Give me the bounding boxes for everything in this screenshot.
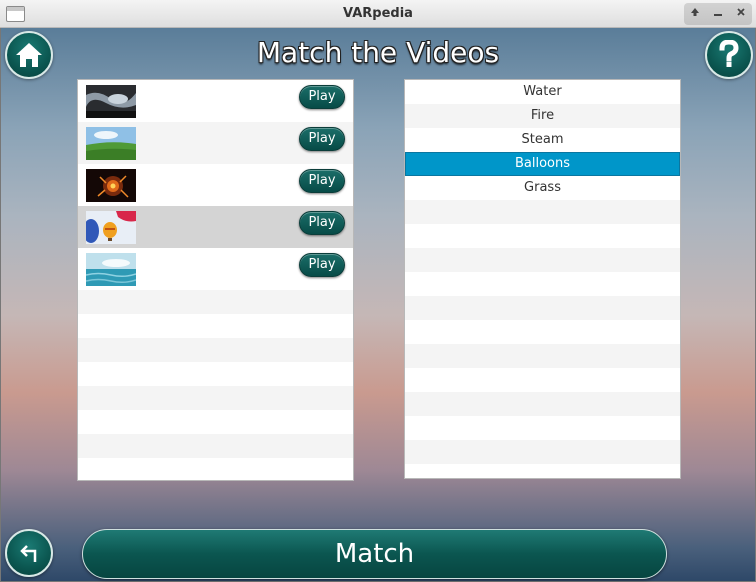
arrow-up-icon: [691, 8, 700, 16]
help-button[interactable]: [705, 31, 753, 79]
match-button[interactable]: Match: [82, 529, 667, 579]
window-controls: [684, 3, 752, 25]
empty-row: [78, 290, 353, 314]
empty-row: [405, 224, 680, 248]
empty-row: [405, 272, 680, 296]
video-row[interactable]: Play: [78, 248, 353, 290]
empty-row: [405, 392, 680, 416]
minimize-icon: [713, 14, 722, 16]
video-row[interactable]: Play: [78, 80, 353, 122]
empty-row: [405, 200, 680, 224]
play-button[interactable]: Play: [299, 169, 345, 193]
close-button[interactable]: [732, 5, 750, 23]
close-icon: [737, 8, 745, 16]
empty-row: [405, 368, 680, 392]
minimize-button[interactable]: [709, 5, 727, 23]
play-button[interactable]: Play: [299, 253, 345, 277]
empty-row: [78, 314, 353, 338]
page-title: Match the Videos: [256, 36, 500, 69]
empty-row: [78, 410, 353, 434]
water-splash-thumbnail: [86, 85, 136, 118]
word-item-grass[interactable]: Grass: [405, 176, 680, 200]
empty-row: [405, 344, 680, 368]
maximize-button[interactable]: [686, 5, 704, 23]
word-item-water[interactable]: Water: [405, 80, 680, 104]
window-title: VARpedia: [343, 6, 413, 21]
empty-row: [78, 386, 353, 410]
video-row[interactable]: Play: [78, 122, 353, 164]
empty-row: [405, 440, 680, 464]
empty-row: [78, 434, 353, 458]
video-row[interactable]: Play: [78, 164, 353, 206]
word-item-steam[interactable]: Steam: [405, 128, 680, 152]
play-button[interactable]: Play: [299, 127, 345, 151]
empty-row: [405, 464, 680, 478]
word-list[interactable]: Water Fire Steam Balloons Grass: [404, 79, 681, 479]
video-list[interactable]: Play Play Play Play Play: [77, 79, 354, 481]
fire-thumbnail: [86, 169, 136, 202]
empty-row: [405, 248, 680, 272]
empty-row: [78, 362, 353, 386]
back-button[interactable]: [5, 529, 53, 577]
app-window: Match the Videos Play Play Play Play Pla…: [0, 28, 756, 582]
empty-row: [78, 338, 353, 362]
play-button[interactable]: Play: [299, 211, 345, 235]
empty-row: [405, 416, 680, 440]
hot-air-balloons-thumbnail: [86, 211, 136, 244]
empty-row: [405, 296, 680, 320]
grass-field-thumbnail: [86, 127, 136, 160]
ocean-steam-thumbnail: [86, 253, 136, 286]
empty-row: [78, 458, 353, 480]
video-row-selected[interactable]: Play: [78, 206, 353, 248]
window-titlebar: VARpedia: [0, 0, 756, 28]
empty-row: [405, 320, 680, 344]
play-button[interactable]: Play: [299, 85, 345, 109]
word-item-fire[interactable]: Fire: [405, 104, 680, 128]
question-mark-icon: [719, 40, 739, 67]
word-item-balloons[interactable]: Balloons: [405, 152, 680, 176]
back-arrow-icon: [20, 545, 37, 562]
